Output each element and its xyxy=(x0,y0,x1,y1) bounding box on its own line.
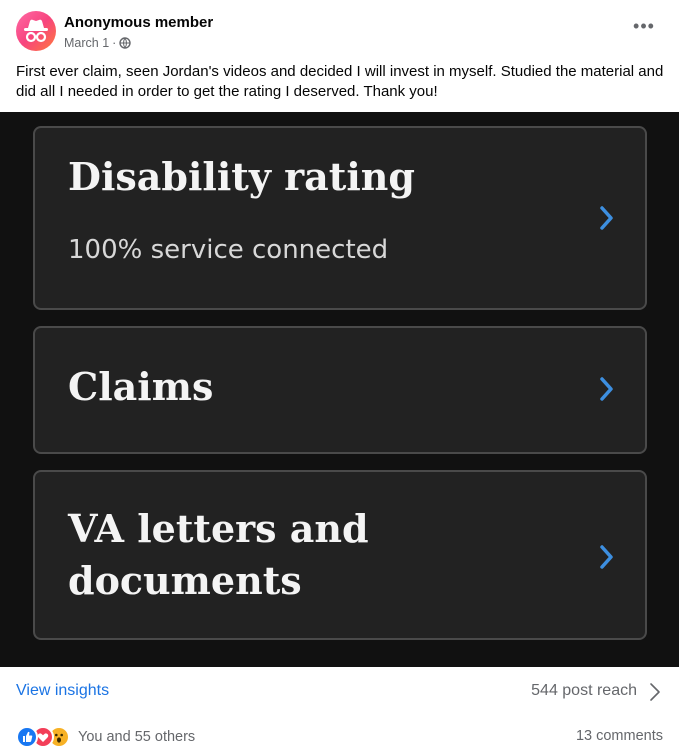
disability-rating-card[interactable]: Disability rating 100% service connected xyxy=(33,126,647,310)
chevron-right-icon xyxy=(600,206,613,230)
comments-count[interactable]: 13 comments xyxy=(576,728,663,744)
claims-card[interactable]: Claims xyxy=(33,326,647,454)
post-meta: March 1 · xyxy=(64,36,132,50)
post-date[interactable]: March 1 xyxy=(64,36,109,50)
post-header: Anonymous member March 1 · ••• xyxy=(0,0,679,60)
reactions-row: You and 55 others 13 comments xyxy=(0,720,679,752)
reactors-summary[interactable]: You and 55 others xyxy=(78,729,195,745)
chevron-right-icon xyxy=(600,545,613,569)
card-title: Disability rating xyxy=(68,154,415,199)
post-text: First ever claim, seen Jordan's videos a… xyxy=(16,63,664,100)
post-image[interactable]: Disability rating 100% service connected… xyxy=(0,112,679,667)
more-options-icon[interactable]: ••• xyxy=(629,17,659,38)
author-name[interactable]: Anonymous member xyxy=(64,14,213,31)
like-icon xyxy=(16,726,38,748)
globe-icon xyxy=(119,37,132,49)
va-letters-card[interactable]: VA letters and documents xyxy=(33,470,647,640)
card-title-line1: VA letters and xyxy=(68,506,369,551)
insights-row: View insights 544 post reach xyxy=(0,667,679,717)
card-title: Claims xyxy=(68,364,214,409)
card-title-line2: documents xyxy=(68,558,302,603)
meta-separator: · xyxy=(112,36,117,50)
card-subtitle: 100% service connected xyxy=(68,235,389,265)
chevron-right-icon[interactable] xyxy=(649,682,661,702)
chevron-right-icon xyxy=(600,377,613,401)
post-reach[interactable]: 544 post reach xyxy=(531,682,637,700)
view-insights-link[interactable]: View insights xyxy=(16,682,109,700)
anonymous-avatar[interactable] xyxy=(16,11,56,51)
incognito-icon xyxy=(24,19,48,43)
reaction-icons[interactable] xyxy=(16,726,76,748)
